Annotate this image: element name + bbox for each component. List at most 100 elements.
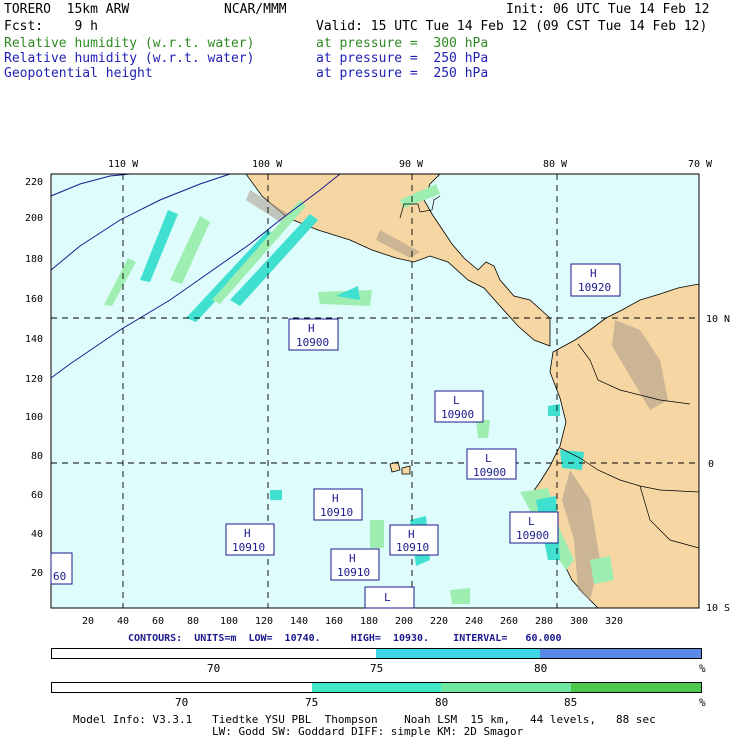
bottom-tick-200: 200 — [395, 616, 413, 627]
colorbar-segment — [441, 683, 571, 692]
left-tick-20: 20 — [31, 568, 43, 579]
bottom-tick-240: 240 — [465, 616, 483, 627]
colorbar-250-rh — [51, 648, 702, 659]
left-tick-140: 140 — [25, 334, 43, 345]
colorbar-250-label-pct: % — [699, 662, 706, 675]
bottom-tick-260: 260 — [500, 616, 518, 627]
lat-label-10n: 10 N — [706, 314, 730, 325]
center-type: L — [528, 515, 535, 528]
rh-band-10 — [560, 450, 584, 470]
center-type: H — [308, 322, 315, 335]
weather-map: 110 W 100 W 90 W 80 W 70 W 10 N 0 10 S 2… — [25, 159, 730, 627]
center-value: 10900 — [516, 529, 549, 542]
center-type: L — [384, 591, 391, 604]
colorbar-300-label-70: 70 — [175, 696, 189, 709]
center-value: 10900 — [441, 408, 474, 421]
center-value: 10910 — [337, 566, 370, 579]
bottom-tick-220: 220 — [430, 616, 448, 627]
center-box-3: L 10900 — [434, 390, 484, 423]
left-tick-40: 40 — [31, 529, 43, 540]
bottom-tick-40: 40 — [117, 616, 129, 627]
contours-interval: INTERVAL= 60.000 — [453, 633, 562, 644]
center-type: L — [485, 452, 492, 465]
center-value: 10910 — [320, 506, 353, 519]
lon-label-70w: 70 W — [688, 159, 713, 170]
rh-band-15 — [370, 520, 384, 548]
colorbar-segment — [312, 683, 441, 692]
left-tick-120: 120 — [25, 374, 43, 385]
center-box-6: L 10900 — [509, 511, 559, 544]
center-box-2: H 10900 — [288, 318, 339, 351]
bottom-tick-300: 300 — [570, 616, 588, 627]
left-tick-160: 160 — [25, 294, 43, 305]
center-type: H — [332, 492, 339, 505]
bottom-tick-280: 280 — [535, 616, 553, 627]
contours-info: CONTOURS: UNITS=m LOW= 10740. HIGH= 1093… — [128, 633, 562, 644]
rh-band-13 — [590, 556, 614, 584]
bottom-tick-160: 160 — [325, 616, 343, 627]
lat-label-10s: 10 S — [706, 603, 730, 614]
colorbar-250-label-80: 80 — [534, 662, 548, 675]
center-type: H — [244, 527, 251, 540]
center-box-4: L 10900 — [466, 448, 517, 480]
center-value: 10900 — [473, 466, 506, 479]
lon-label-100w: 100 W — [252, 159, 283, 170]
lat-label-0: 0 — [708, 459, 714, 470]
center-value: 10920 — [578, 281, 611, 294]
lon-label-90w: 90 W — [399, 159, 424, 170]
colorbar-segment — [52, 683, 312, 692]
bottom-tick-60: 60 — [152, 616, 164, 627]
colorbar-250-label-70: 70 — [207, 662, 221, 675]
center-value: 10910 — [396, 541, 429, 554]
colorbar-segment — [540, 649, 701, 658]
rh-band-16 — [270, 490, 282, 500]
bottom-tick-320: 320 — [605, 616, 623, 627]
center-box-edge: 60 — [50, 552, 73, 585]
center-box-8: H 10910 — [389, 524, 439, 556]
colorbar-300-label-85: 85 — [564, 696, 578, 709]
colorbar-300-label-pct: % — [699, 696, 706, 709]
center-value: 60 — [53, 570, 66, 583]
colorbar-300-label-80: 80 — [435, 696, 449, 709]
left-tick-180: 180 — [25, 254, 43, 265]
center-box-9: H 10910 — [330, 548, 380, 581]
center-value: 10910 — [232, 541, 265, 554]
rh-band-19 — [450, 588, 470, 604]
bottom-tick-140: 140 — [290, 616, 308, 627]
colorbar-segment — [52, 649, 376, 658]
bottom-tick-20: 20 — [82, 616, 94, 627]
model-info-line-2: LW: Godd SW: Goddard DIFF: simple KM: 2D… — [212, 725, 524, 738]
contours-label: CONTOURS: — [128, 633, 183, 644]
center-type: H — [590, 267, 597, 280]
right-latitude-labels: 10 N 0 10 S — [706, 314, 730, 614]
top-longitude-labels: 110 W 100 W 90 W 80 W 70 W — [108, 159, 713, 170]
center-box-10: L — [364, 586, 415, 609]
bottom-tick-100: 100 — [220, 616, 238, 627]
center-type: H — [349, 552, 356, 565]
left-tick-60: 60 — [31, 490, 43, 501]
contours-units: UNITS=m — [194, 633, 237, 644]
contours-low: LOW= 10740. — [248, 633, 321, 644]
center-type: H — [408, 528, 415, 541]
bottom-tick-180: 180 — [360, 616, 378, 627]
colorbar-segment — [376, 649, 540, 658]
left-tick-80: 80 — [31, 451, 43, 462]
rh-band-18 — [548, 404, 560, 416]
lon-label-80w: 80 W — [543, 159, 568, 170]
colorbar-300-label-75: 75 — [305, 696, 319, 709]
colorbar-segment — [571, 683, 701, 692]
contours-high: HIGH= 10930. — [350, 633, 430, 644]
rh-band-17 — [476, 420, 490, 438]
center-type: L — [453, 394, 460, 407]
center-box-1: H 10920 — [570, 263, 621, 297]
left-tick-220: 220 — [25, 177, 43, 188]
lon-label-110w: 110 W — [108, 159, 139, 170]
colorbar-250-label-75: 75 — [370, 662, 384, 675]
bottom-grid-ticks: 20 40 60 80 100 120 140 160 180 200 220 … — [82, 616, 623, 627]
left-tick-100: 100 — [25, 412, 43, 423]
bottom-tick-120: 120 — [255, 616, 273, 627]
center-box-7: H 10910 — [225, 523, 275, 556]
center-value: 10900 — [296, 336, 329, 349]
bottom-tick-80: 80 — [187, 616, 199, 627]
center-box-5: H 10910 — [313, 488, 363, 521]
